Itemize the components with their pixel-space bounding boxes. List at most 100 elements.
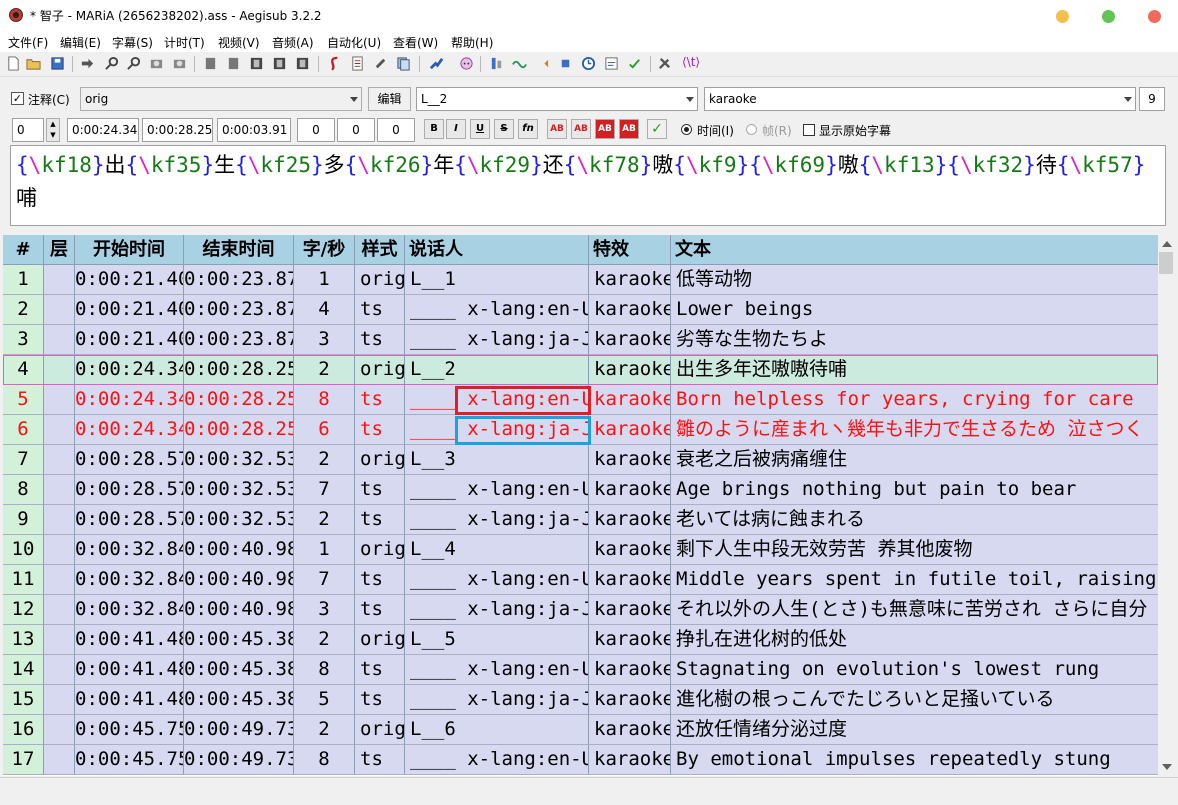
effect-combo[interactable]: karaoke xyxy=(704,87,1136,111)
grid-vertical-scrollbar[interactable] xyxy=(1158,235,1175,776)
scroll-up-arrow-icon[interactable] xyxy=(1162,241,1172,247)
menu-help[interactable]: 帮助(H) xyxy=(451,34,493,51)
close-button[interactable] xyxy=(1148,10,1161,23)
menu-subtitle[interactable]: 字幕(S) xyxy=(112,34,153,51)
header-text[interactable]: 文本 xyxy=(671,235,1158,265)
cell-text: 还放任情绪分泌过度 xyxy=(671,715,1158,745)
menu-audio[interactable]: 音频(A) xyxy=(272,34,314,51)
stop-icon[interactable] xyxy=(558,56,573,71)
header-actor[interactable]: 说话人 xyxy=(405,235,589,265)
menu-file[interactable]: 文件(F) xyxy=(8,34,48,51)
underline-button[interactable]: U xyxy=(470,119,490,139)
subtitle-row[interactable]: 10 0:00:32.84 0:00:40.98 1 orig L__4 karaoke 剩下… xyxy=(3,535,1158,565)
properties-icon[interactable] xyxy=(350,56,365,71)
automation-icon[interactable] xyxy=(429,56,444,71)
outline-color-button[interactable]: AB xyxy=(595,119,615,139)
font-button[interactable]: fn xyxy=(518,119,538,139)
layer-spin-arrows[interactable]: ▲ ▼ xyxy=(46,118,60,142)
margin-right-field[interactable]: 0 xyxy=(337,118,375,142)
editor-token: 嗷 xyxy=(652,153,674,177)
subtitle-row[interactable]: 3 0:00:21.40 0:00:23.87 3 ts ____ x-lang:ja-J… xyxy=(3,325,1158,355)
menu-automation[interactable]: 自动化(U) xyxy=(327,34,381,51)
subtitle-row[interactable]: 12 0:00:32.84 0:00:40.98 3 ts ____ x-lang:ja-… xyxy=(3,595,1158,625)
translation-assistant-icon[interactable] xyxy=(604,56,619,71)
film-icon[interactable] xyxy=(249,56,264,71)
header-effect[interactable]: 特效 xyxy=(589,235,671,265)
layer-spinner[interactable]: 0 xyxy=(12,118,44,142)
shadow-color-button[interactable]: AB xyxy=(619,119,639,139)
header-number[interactable]: # xyxy=(3,235,44,265)
save-icon[interactable] xyxy=(50,56,65,71)
subtitle-row[interactable]: 4 0:00:24.34 0:00:28.25 2 orig L__2 karaoke 出生多… xyxy=(3,355,1158,385)
spell-check-icon[interactable] xyxy=(627,56,642,71)
subtitle-grid[interactable]: # 层 开始时间 结束时间 字/秒 样式 说话人 特效 文本 1 0:00:21.… xyxy=(3,235,1158,776)
fonts-collector-icon[interactable] xyxy=(396,56,411,71)
tag-toggle-icon[interactable]: ⟨\t⟩ xyxy=(682,55,700,69)
menu-timing[interactable]: 计时(T) xyxy=(164,34,205,51)
bold-button[interactable]: B xyxy=(424,119,444,139)
maximize-button[interactable] xyxy=(1102,10,1115,23)
margin-vertical-field[interactable]: 0 xyxy=(377,118,415,142)
header-end[interactable]: 结束时间 xyxy=(184,235,294,265)
header-style[interactable]: 样式 xyxy=(355,235,405,265)
minimize-button[interactable] xyxy=(1056,10,1069,23)
subtitle-row[interactable]: 17 0:00:45.75 0:00:49.73 8 ts ____ x-lang:en-… xyxy=(3,745,1158,775)
edit-style-button[interactable]: 编辑 xyxy=(368,87,411,111)
subtitle-row[interactable]: 13 0:00:41.48 0:00:45.38 2 orig L__5 karaoke 挣扎… xyxy=(3,625,1158,655)
menu-video[interactable]: 视频(V) xyxy=(218,34,260,51)
subtitle-text-editor[interactable]: {\kf18}出{\kf35}生{\kf25}多{\kf26}年{\kf29}还… xyxy=(10,145,1166,226)
zoom-in-icon[interactable] xyxy=(104,56,119,71)
snap-end-icon[interactable] xyxy=(226,56,241,71)
subtitle-row[interactable]: 14 0:00:41.48 0:00:45.38 8 ts ____ x-lang:en-… xyxy=(3,655,1158,685)
clock-icon[interactable] xyxy=(581,56,596,71)
style-dropdown[interactable]: orig xyxy=(80,87,362,111)
header-cps[interactable]: 字/秒 xyxy=(294,235,355,265)
time-radio[interactable] xyxy=(681,124,692,135)
subtitle-row[interactable]: 7 0:00:28.57 0:00:32.53 2 orig L__3 karaoke 衰老之… xyxy=(3,445,1158,475)
zoom-out-icon[interactable] xyxy=(126,56,141,71)
snap-start-icon[interactable] xyxy=(203,56,218,71)
subtitle-row[interactable]: 16 0:00:45.75 0:00:49.73 2 orig L__6 karaoke 还放… xyxy=(3,715,1158,745)
header-layer[interactable]: 层 xyxy=(44,235,75,265)
header-start[interactable]: 开始时间 xyxy=(75,235,184,265)
tools-icon[interactable] xyxy=(657,56,672,71)
cell-end-time: 0:00:28.25 xyxy=(184,415,294,445)
subtitle-row[interactable]: 8 0:00:28.57 0:00:32.53 7 ts ____ x-lang:en-U… xyxy=(3,475,1158,505)
menu-view[interactable]: 查看(W) xyxy=(393,34,438,51)
menu-edit[interactable]: 编辑(E) xyxy=(60,34,101,51)
subtitle-row[interactable]: 9 0:00:28.57 0:00:32.53 2 ts ____ x-lang:ja-J… xyxy=(3,505,1158,535)
comment-checkbox[interactable]: ✓ xyxy=(11,92,24,105)
attachments-icon[interactable] xyxy=(373,56,388,71)
end-time-field[interactable]: 0:00:28.25 xyxy=(142,118,213,142)
frame-radio[interactable] xyxy=(746,124,757,135)
frame-icon[interactable] xyxy=(295,56,310,71)
actor-combo[interactable]: L__2 xyxy=(416,87,698,111)
copy-screenshot-icon[interactable] xyxy=(172,56,187,71)
open-folder-icon[interactable] xyxy=(26,56,41,71)
kanji-timer-icon[interactable] xyxy=(535,56,550,71)
duration-field[interactable]: 0:00:03.91 xyxy=(217,118,291,142)
secondary-color-button[interactable]: AB xyxy=(571,119,591,139)
italic-button[interactable]: I xyxy=(446,119,466,139)
jump-to-icon[interactable] xyxy=(80,56,95,71)
scroll-thumb[interactable] xyxy=(1159,252,1173,274)
subtitle-row[interactable]: 2 0:00:21.40 0:00:23.87 4 ts ____ x-lang:en-U… xyxy=(3,295,1158,325)
shift-times-icon[interactable] xyxy=(489,56,504,71)
subtitle-row[interactable]: 1 0:00:21.40 0:00:23.87 1 orig L__1 karaoke 低等动… xyxy=(3,265,1158,295)
styles-manager-icon[interactable] xyxy=(327,56,342,71)
margin-left-field[interactable]: 0 xyxy=(297,118,335,142)
new-file-icon[interactable] xyxy=(6,56,21,71)
show-original-checkbox[interactable] xyxy=(803,124,815,136)
screenshot-icon[interactable] xyxy=(149,56,164,71)
commit-checkmark-icon[interactable]: ✓ xyxy=(647,119,667,139)
strikeout-button[interactable]: S xyxy=(494,119,514,139)
start-time-field[interactable]: 0:00:24.34 xyxy=(67,118,139,142)
subtitle-row[interactable]: 15 0:00:41.48 0:00:45.38 5 ts ____ x-lang:ja-… xyxy=(3,685,1158,715)
subtitle-row[interactable]: 11 0:00:32.84 0:00:40.98 7 ts ____ x-lang:en-… xyxy=(3,565,1158,595)
anime-girl-icon[interactable] xyxy=(459,56,474,71)
timing-post-processor-icon[interactable] xyxy=(512,56,527,71)
cell-effect: karaoke xyxy=(589,355,671,385)
scroll-down-arrow-icon[interactable] xyxy=(1162,764,1172,770)
film-strip-icon[interactable] xyxy=(272,56,287,71)
primary-color-button[interactable]: AB xyxy=(547,119,567,139)
